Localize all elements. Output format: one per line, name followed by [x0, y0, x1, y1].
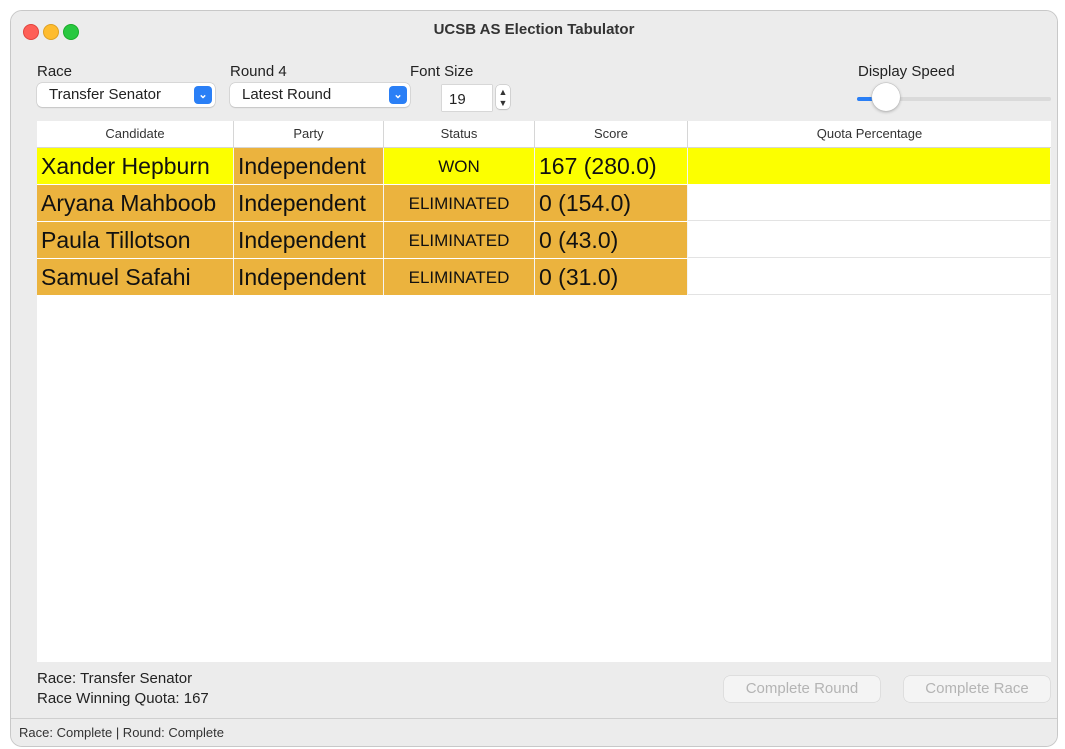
status-cell: ELIMINATED — [384, 259, 535, 295]
status-cell: ELIMINATED — [384, 185, 535, 221]
column-header-party[interactable]: Party — [234, 121, 384, 147]
app-window: UCSB AS Election Tabulator Race Transfer… — [10, 10, 1058, 747]
score-cell: 0 (43.0) — [535, 222, 688, 258]
column-header-candidate[interactable]: Candidate — [37, 121, 234, 147]
column-header-score[interactable]: Score — [535, 121, 688, 147]
candidate-cell: Paula Tillotson — [37, 222, 234, 258]
quota-cell — [688, 148, 1051, 184]
race-label: Race — [37, 63, 73, 80]
table-row[interactable]: Paula Tillotson Independent ELIMINATED 0… — [37, 222, 1051, 259]
quota-cell — [688, 185, 1051, 221]
display-speed-label: Display Speed — [858, 63, 955, 80]
race-info: Race: Transfer Senator — [37, 670, 193, 687]
results-table: Candidate Party Status Score Quota Perce… — [37, 121, 1051, 662]
round-select[interactable]: Latest Round ⌄ — [230, 83, 410, 107]
party-cell: Independent — [234, 185, 384, 221]
candidate-cell: Aryana Mahboob — [37, 185, 234, 221]
race-select-value: Transfer Senator — [49, 86, 161, 103]
score-cell: 0 (154.0) — [535, 185, 688, 221]
status-cell: ELIMINATED — [384, 222, 535, 258]
status-bar: Race: Complete | Round: Complete — [11, 718, 1057, 746]
score-cell: 167 (280.0) — [535, 148, 688, 184]
title-bar: UCSB AS Election Tabulator — [11, 11, 1057, 51]
table-row[interactable]: Xander Hepburn Independent WON 167 (280.… — [37, 148, 1051, 185]
score-cell: 0 (31.0) — [535, 259, 688, 295]
font-size-input[interactable]: 19 — [442, 85, 492, 111]
round-select-value: Latest Round — [242, 86, 332, 103]
party-cell: Independent — [234, 259, 384, 295]
table-row[interactable]: Samuel Safahi Independent ELIMINATED 0 (… — [37, 259, 1051, 296]
column-header-quota-percentage[interactable]: Quota Percentage — [688, 121, 1051, 147]
stepper-up-icon[interactable]: ▲ — [496, 87, 510, 97]
quota-cell — [688, 222, 1051, 258]
stepper-down-icon[interactable]: ▼ — [496, 98, 510, 108]
party-cell: Independent — [234, 222, 384, 258]
candidate-cell: Xander Hepburn — [37, 148, 234, 184]
status-bar-text: Race: Complete | Round: Complete — [19, 725, 224, 740]
quota-cell — [688, 259, 1051, 295]
chevron-down-icon: ⌄ — [194, 86, 212, 104]
race-select[interactable]: Transfer Senator ⌄ — [37, 83, 215, 107]
table-row[interactable]: Aryana Mahboob Independent ELIMINATED 0 … — [37, 185, 1051, 222]
font-size-label: Font Size — [410, 63, 474, 80]
chevron-down-icon: ⌄ — [389, 86, 407, 104]
column-header-status[interactable]: Status — [384, 121, 535, 147]
round-label: Round 4 — [230, 63, 287, 80]
quota-info: Race Winning Quota: 167 — [37, 690, 209, 707]
table-header: Candidate Party Status Score Quota Perce… — [37, 121, 1051, 148]
status-cell: WON — [384, 148, 535, 184]
window-title: UCSB AS Election Tabulator — [433, 21, 635, 38]
font-size-stepper[interactable]: ▲ ▼ — [496, 85, 510, 109]
complete-round-button[interactable]: Complete Round — [724, 676, 880, 702]
party-cell: Independent — [234, 148, 384, 184]
complete-race-button[interactable]: Complete Race — [904, 676, 1050, 702]
slider-knob[interactable] — [872, 83, 901, 111]
candidate-cell: Samuel Safahi — [37, 259, 234, 295]
